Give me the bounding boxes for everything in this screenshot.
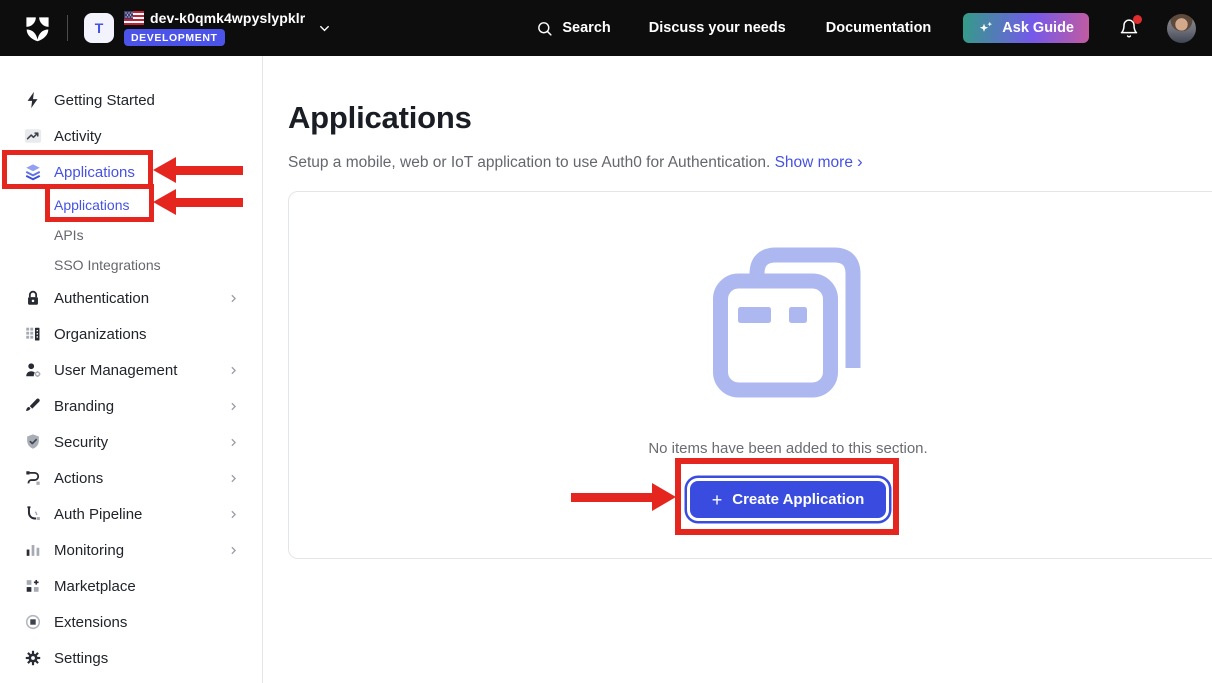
sidebar-item-label: Branding bbox=[54, 398, 114, 415]
chevron-right-icon bbox=[227, 292, 240, 305]
sidebar-item-label: User Management bbox=[54, 362, 177, 379]
chevron-right-icon bbox=[227, 508, 240, 521]
us-flag-icon bbox=[124, 11, 144, 25]
search-icon bbox=[536, 20, 553, 37]
chevron-right-icon bbox=[227, 400, 240, 413]
bar-chart-icon bbox=[24, 541, 42, 559]
sidebar-item-label: Auth Pipeline bbox=[54, 506, 142, 523]
sidebar-item-extensions[interactable]: Extensions bbox=[0, 604, 262, 640]
chevron-down-icon bbox=[227, 166, 240, 179]
lock-icon bbox=[24, 289, 42, 307]
chevron-right-icon: › bbox=[857, 152, 863, 171]
chevron-down-icon bbox=[317, 21, 332, 36]
sidebar-item-label: Monitoring bbox=[54, 542, 124, 559]
sidebar-item-label: Actions bbox=[54, 470, 103, 487]
activity-chart-icon bbox=[24, 127, 42, 145]
sidebar-item-settings[interactable]: Settings bbox=[0, 640, 262, 676]
sidebar-subitem-apis[interactable]: APIs bbox=[0, 220, 262, 250]
page-title: Applications bbox=[288, 100, 1212, 136]
plus-icon: + bbox=[712, 491, 723, 509]
user-avatar[interactable] bbox=[1167, 14, 1196, 43]
sidebar-item-label: Getting Started bbox=[54, 92, 155, 109]
sidebar-item-user-management[interactable]: User Management bbox=[0, 352, 262, 388]
show-more-link[interactable]: Show more› bbox=[775, 154, 863, 171]
sidebar-item-label: Organizations bbox=[54, 326, 147, 343]
sidebar-item-label: Extensions bbox=[54, 614, 127, 631]
sidebar-subitem-label: Applications bbox=[54, 197, 130, 213]
sidebar-item-organizations[interactable]: Organizations bbox=[0, 316, 262, 352]
nav-discuss-your-needs[interactable]: Discuss your needs bbox=[649, 20, 786, 36]
sidebar-item-auth-pipeline[interactable]: Auth Pipeline bbox=[0, 496, 262, 532]
sidebar: Getting Started Activity Applications Ap… bbox=[0, 56, 263, 683]
chevron-right-icon bbox=[227, 472, 240, 485]
sidebar-item-label: Activity bbox=[54, 128, 102, 145]
sidebar-item-label: Marketplace bbox=[54, 578, 136, 595]
sidebar-submenu-applications: Applications APIs SSO Integrations bbox=[0, 190, 262, 280]
shield-check-icon bbox=[24, 433, 42, 451]
tenant-switcher[interactable]: T dev-k0qmk4wpyslypklr bbox=[84, 10, 332, 46]
sidebar-subitem-applications[interactable]: Applications bbox=[0, 190, 262, 220]
paintbrush-icon bbox=[24, 397, 42, 415]
pipeline-icon bbox=[24, 505, 42, 523]
applications-empty-state-card: No items have been added to this section… bbox=[288, 191, 1212, 559]
sidebar-item-label: Authentication bbox=[54, 290, 149, 307]
bolt-icon bbox=[24, 91, 42, 109]
sidebar-item-label: Applications bbox=[54, 164, 135, 181]
empty-state-message: No items have been added to this section… bbox=[648, 440, 927, 457]
sidebar-subitem-label: SSO Integrations bbox=[54, 257, 161, 273]
chevron-right-icon bbox=[227, 436, 240, 449]
environment-badge: DEVELOPMENT bbox=[124, 29, 225, 46]
sidebar-item-branding[interactable]: Branding bbox=[0, 388, 262, 424]
page-description-text: Setup a mobile, web or IoT application t… bbox=[288, 154, 770, 171]
flow-icon bbox=[24, 469, 42, 487]
create-application-button[interactable]: + Create Application bbox=[690, 481, 886, 518]
stacked-windows-illustration bbox=[712, 246, 864, 398]
auth0-logo-icon[interactable] bbox=[24, 15, 51, 42]
layers-icon bbox=[24, 163, 42, 181]
notifications-bell[interactable] bbox=[1119, 18, 1139, 39]
organization-icon bbox=[24, 325, 42, 343]
page-description: Setup a mobile, web or IoT application t… bbox=[288, 152, 1212, 173]
sidebar-item-activity[interactable]: Activity bbox=[0, 118, 262, 154]
ask-guide-label: Ask Guide bbox=[1002, 20, 1074, 36]
topbar: T dev-k0qmk4wpyslypklr bbox=[0, 0, 1212, 56]
sidebar-item-marketplace[interactable]: Marketplace bbox=[0, 568, 262, 604]
sidebar-subitem-label: APIs bbox=[54, 227, 84, 243]
sidebar-item-authentication[interactable]: Authentication bbox=[0, 280, 262, 316]
search-label: Search bbox=[562, 20, 610, 36]
sidebar-item-actions[interactable]: Actions bbox=[0, 460, 262, 496]
tenant-avatar: T bbox=[84, 13, 114, 43]
sidebar-item-label: Security bbox=[54, 434, 108, 451]
sidebar-item-applications[interactable]: Applications bbox=[0, 154, 262, 190]
nav-documentation[interactable]: Documentation bbox=[826, 20, 932, 36]
main-content: Applications Setup a mobile, web or IoT … bbox=[264, 56, 1212, 559]
grid-plus-icon bbox=[24, 577, 42, 595]
chevron-right-icon bbox=[227, 364, 240, 377]
create-application-label: Create Application bbox=[732, 491, 864, 508]
chevron-right-icon bbox=[227, 544, 240, 557]
topbar-divider bbox=[67, 15, 68, 41]
gear-icon bbox=[24, 649, 42, 667]
extensions-icon bbox=[24, 613, 42, 631]
user-gear-icon bbox=[24, 361, 42, 379]
search-button[interactable]: Search bbox=[536, 20, 610, 37]
sparkles-icon bbox=[978, 20, 994, 36]
sidebar-item-security[interactable]: Security bbox=[0, 424, 262, 460]
sidebar-item-label: Settings bbox=[54, 650, 108, 667]
sidebar-subitem-sso-integrations[interactable]: SSO Integrations bbox=[0, 250, 262, 280]
sidebar-item-monitoring[interactable]: Monitoring bbox=[0, 532, 262, 568]
notification-dot bbox=[1133, 15, 1142, 24]
ask-guide-button[interactable]: Ask Guide bbox=[963, 13, 1089, 43]
sidebar-item-getting-started[interactable]: Getting Started bbox=[0, 82, 262, 118]
tenant-name: dev-k0qmk4wpyslypklr bbox=[150, 10, 305, 26]
